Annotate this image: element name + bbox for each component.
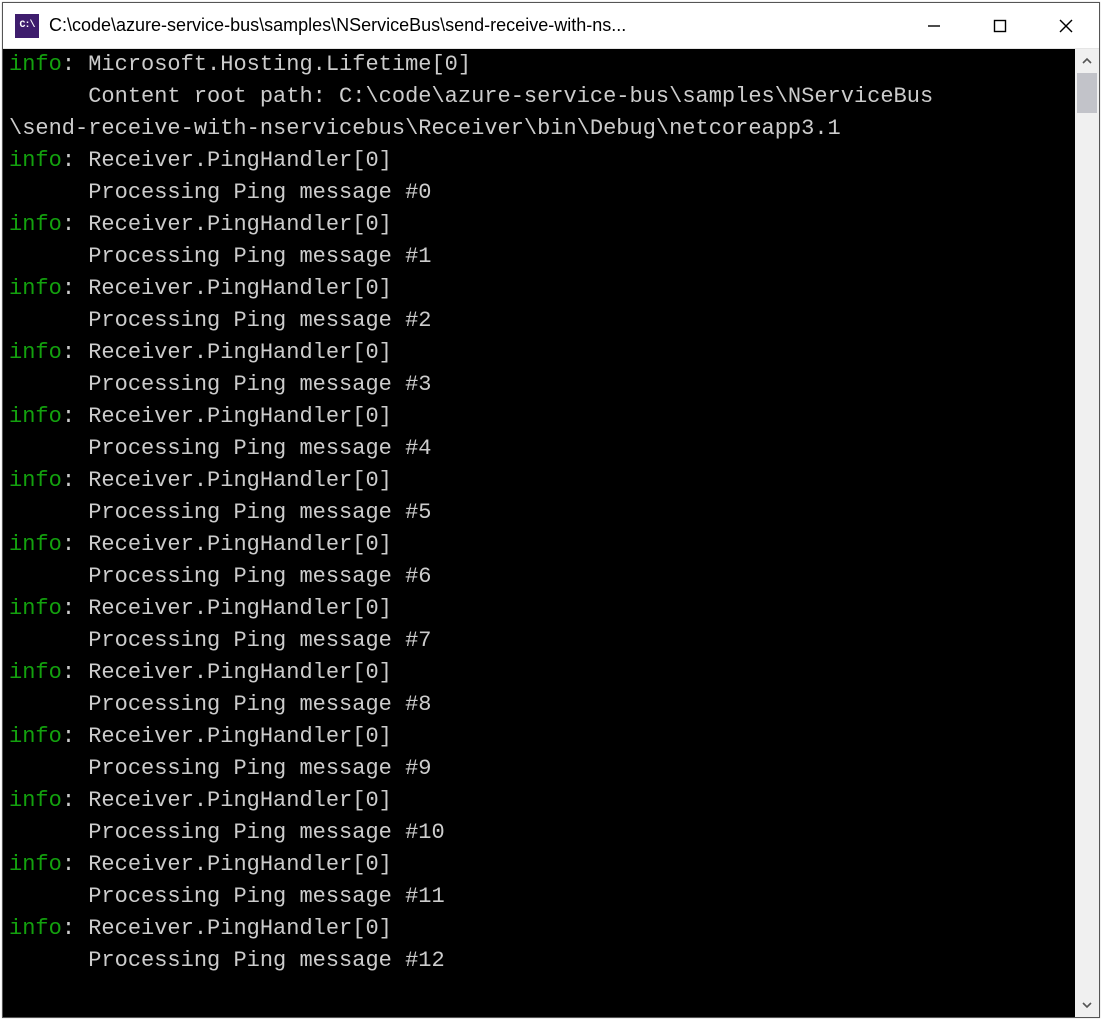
log-level-info: info [9,724,62,749]
log-level-info: info [9,52,62,77]
log-message: \send-receive-with-nservicebus\Receiver\… [9,113,1071,145]
window-controls [901,3,1099,48]
scroll-up-button[interactable] [1075,49,1099,73]
log-message: Content root path: C:\code\azure-service… [9,81,1071,113]
log-message: Processing Ping message #6 [9,561,1071,593]
log-line: info: Receiver.PingHandler[0] [9,465,1071,497]
log-message: Processing Ping message #7 [9,625,1071,657]
maximize-icon [993,19,1007,33]
log-source: Receiver.PingHandler[0] [88,404,392,429]
log-line: info: Receiver.PingHandler[0] [9,849,1071,881]
log-source: Receiver.PingHandler[0] [88,916,392,941]
log-sep: : [62,148,88,173]
log-message: Processing Ping message #0 [9,177,1071,209]
scroll-track[interactable] [1075,73,1099,993]
console-window: C:\ C:\code\azure-service-bus\samples\NS… [2,2,1100,1018]
log-line: info: Receiver.PingHandler[0] [9,913,1071,945]
minimize-icon [927,19,941,33]
log-message: Processing Ping message #3 [9,369,1071,401]
log-sep: : [62,724,88,749]
log-line: info: Microsoft.Hosting.Lifetime[0] [9,49,1071,81]
log-line: info: Receiver.PingHandler[0] [9,593,1071,625]
log-sep: : [62,212,88,237]
log-source: Receiver.PingHandler[0] [88,596,392,621]
scroll-thumb[interactable] [1077,73,1097,113]
log-level-info: info [9,788,62,813]
log-message: Processing Ping message #8 [9,689,1071,721]
log-sep: : [62,852,88,877]
log-source: Receiver.PingHandler[0] [88,212,392,237]
chevron-down-icon [1081,999,1093,1011]
app-icon: C:\ [15,14,39,38]
log-level-info: info [9,596,62,621]
log-line: info: Receiver.PingHandler[0] [9,401,1071,433]
log-sep: : [62,532,88,557]
close-button[interactable] [1033,3,1099,48]
log-source: Receiver.PingHandler[0] [88,788,392,813]
log-message: Processing Ping message #5 [9,497,1071,529]
cmd-icon: C:\ [19,20,34,31]
log-level-info: info [9,916,62,941]
window-title: C:\code\azure-service-bus\samples\NServi… [49,15,901,36]
log-line: info: Receiver.PingHandler[0] [9,145,1071,177]
log-source: Receiver.PingHandler[0] [88,276,392,301]
log-level-info: info [9,404,62,429]
log-line: info: Receiver.PingHandler[0] [9,273,1071,305]
console-output[interactable]: info: Microsoft.Hosting.Lifetime[0] Cont… [3,49,1075,1017]
log-line: info: Receiver.PingHandler[0] [9,657,1071,689]
log-line: info: Receiver.PingHandler[0] [9,209,1071,241]
log-sep: : [62,404,88,429]
content-area: info: Microsoft.Hosting.Lifetime[0] Cont… [3,49,1099,1017]
vertical-scrollbar[interactable] [1075,49,1099,1017]
log-source: Receiver.PingHandler[0] [88,468,392,493]
log-line: info: Receiver.PingHandler[0] [9,529,1071,561]
log-source: Receiver.PingHandler[0] [88,724,392,749]
log-message: Processing Ping message #10 [9,817,1071,849]
log-level-info: info [9,852,62,877]
log-line: info: Receiver.PingHandler[0] [9,721,1071,753]
log-level-info: info [9,212,62,237]
log-source: Receiver.PingHandler[0] [88,660,392,685]
log-source: Receiver.PingHandler[0] [88,532,392,557]
log-sep: : [62,468,88,493]
log-message: Processing Ping message #12 [9,945,1071,977]
log-sep: : [62,340,88,365]
log-level-info: info [9,532,62,557]
log-message: Processing Ping message #11 [9,881,1071,913]
log-source: Receiver.PingHandler[0] [88,148,392,173]
close-icon [1058,18,1074,34]
log-message: Processing Ping message #1 [9,241,1071,273]
log-level-info: info [9,660,62,685]
log-source: Microsoft.Hosting.Lifetime[0] [88,52,471,77]
minimize-button[interactable] [901,3,967,48]
log-message: Processing Ping message #4 [9,433,1071,465]
log-source: Receiver.PingHandler[0] [88,340,392,365]
log-sep: : [62,596,88,621]
log-sep: : [62,276,88,301]
log-level-info: info [9,276,62,301]
log-level-info: info [9,148,62,173]
titlebar[interactable]: C:\ C:\code\azure-service-bus\samples\NS… [3,3,1099,49]
maximize-button[interactable] [967,3,1033,48]
log-message: Processing Ping message #9 [9,753,1071,785]
log-sep: : [62,916,88,941]
log-level-info: info [9,468,62,493]
log-message: Processing Ping message #2 [9,305,1071,337]
log-level-info: info [9,340,62,365]
log-source: Receiver.PingHandler[0] [88,852,392,877]
chevron-up-icon [1081,55,1093,67]
log-line: info: Receiver.PingHandler[0] [9,337,1071,369]
scroll-down-button[interactable] [1075,993,1099,1017]
log-sep: : [62,52,88,77]
log-line: info: Receiver.PingHandler[0] [9,785,1071,817]
log-sep: : [62,788,88,813]
log-sep: : [62,660,88,685]
